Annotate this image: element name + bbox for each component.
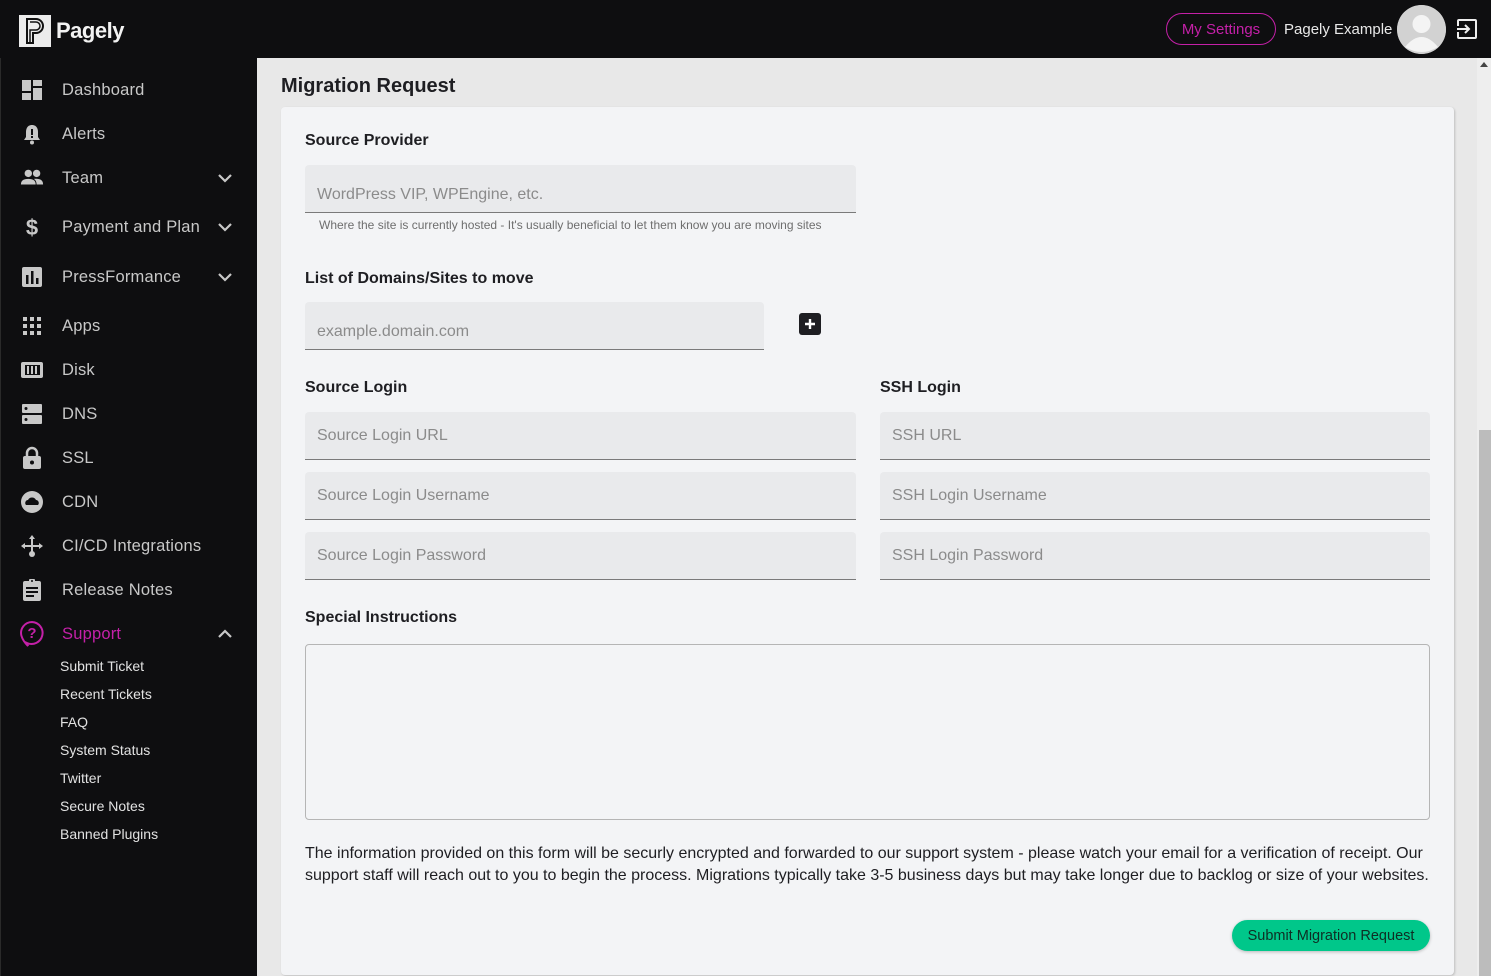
sidebar-item-label: Dashboard [62, 80, 145, 99]
chevron-down-icon[interactable] [215, 168, 235, 188]
chevron-down-icon[interactable] [215, 267, 235, 287]
submit-migration-request-button[interactable]: Submit Migration Request [1232, 920, 1430, 951]
scrollbar-thumb[interactable] [1479, 430, 1491, 976]
source-login-label: Source Login [305, 379, 408, 396]
bell-icon [20, 122, 44, 146]
sidebar-item-label: Support [62, 624, 122, 643]
source-login-password-field[interactable] [305, 532, 856, 580]
logout-icon[interactable] [1455, 17, 1479, 41]
sidebar-item-pressformance[interactable]: PressFormance [1, 257, 258, 297]
sidebar-item-payment-and-plan[interactable]: $ Payment and Plan [1, 207, 258, 247]
ssh-password-field[interactable] [880, 532, 1430, 580]
chevron-up-icon[interactable] [215, 624, 235, 644]
user-name: Pagely Example [1284, 21, 1393, 38]
sidebar-item-dashboard[interactable]: Dashboard [1, 70, 258, 110]
disk-icon [20, 358, 44, 382]
source-login-url-input[interactable] [305, 412, 856, 459]
sidebar-item-label: PressFormance [62, 267, 182, 286]
scroll-up-arrow-icon[interactable] [1480, 62, 1488, 67]
domain-field[interactable] [305, 302, 764, 350]
sidebar-item-disk[interactable]: Disk [1, 350, 258, 390]
clipboard-icon [20, 578, 44, 602]
chevron-down-icon[interactable] [215, 217, 235, 237]
domains-label: List of Domains/Sites to move [305, 270, 534, 287]
source-provider-helper: Where the site is currently hosted - It'… [319, 218, 822, 232]
dollar-icon: $ [20, 215, 44, 239]
ssh-login-label: SSH Login [880, 379, 961, 396]
ssh-username-field[interactable] [880, 472, 1430, 520]
avatar[interactable] [1397, 5, 1446, 54]
sidebar-item-cdn[interactable]: CDN [1, 482, 258, 522]
sidebar-item-support[interactable]: ? Support [1, 614, 258, 654]
sidebar-item-release-notes[interactable]: Release Notes [1, 570, 258, 610]
source-login-username-field[interactable] [305, 472, 856, 520]
sidebar-item-label: Payment and Plan [62, 217, 201, 236]
sidebar-item-label: Team [62, 168, 104, 187]
top-bar: Pagely My Settings Pagely Example [0, 0, 1491, 58]
my-settings-button[interactable]: My Settings [1166, 13, 1276, 45]
brand-name: Pagely [56, 18, 124, 43]
sidebar-item-ci-cd-integrations[interactable]: CI/CD Integrations [1, 526, 258, 566]
source-login-password-input[interactable] [305, 532, 856, 579]
ssh-password-input[interactable] [880, 532, 1430, 579]
sidebar-subitem-secure-notes[interactable]: Secure Notes [60, 798, 145, 814]
dashboard-icon [20, 78, 44, 102]
sidebar-subitem-twitter[interactable]: Twitter [60, 770, 101, 786]
page-title: Migration Request [281, 75, 456, 97]
sidebar-item-apps[interactable]: Apps [1, 306, 258, 346]
plus-icon [805, 319, 815, 329]
special-instructions-textarea[interactable] [306, 645, 1429, 819]
migration-form-card: Source Provider Where the site is curren… [281, 107, 1454, 975]
sidebar-item-label: SSL [62, 448, 94, 467]
source-login-username-input[interactable] [305, 472, 856, 519]
svg-text:$: $ [26, 215, 38, 239]
sidebar-item-alerts[interactable]: Alerts [1, 114, 258, 154]
special-instructions-field[interactable] [305, 644, 1430, 820]
sidebar-subitem-banned-plugins[interactable]: Banned Plugins [60, 826, 158, 842]
help-icon: ? [20, 621, 44, 647]
special-instructions-label: Special Instructions [305, 609, 458, 626]
info-text: The information provided on this form wi… [305, 845, 1429, 884]
branch-icon [20, 534, 44, 558]
lock-icon [20, 446, 44, 470]
pagely-logo-icon [19, 15, 51, 47]
sidebar-subitem-system-status[interactable]: System Status [60, 742, 150, 758]
sidebar-item-team[interactable]: Team [1, 158, 258, 198]
bar-chart-icon [20, 265, 44, 289]
sidebar-item-label: Release Notes [62, 580, 173, 599]
sidebar-item-ssl[interactable]: SSL [1, 438, 258, 478]
domain-input[interactable] [305, 314, 764, 349]
scrollbar[interactable] [1477, 58, 1491, 976]
source-provider-label: Source Provider [305, 132, 429, 149]
ssh-url-field[interactable] [880, 412, 1430, 460]
main-content: Migration Request Source Provider Where … [257, 58, 1477, 976]
add-domain-button[interactable] [799, 313, 821, 335]
sidebar-item-label: Alerts [62, 124, 106, 143]
sidebar-item-label: CI/CD Integrations [62, 536, 202, 555]
sidebar-item-dns[interactable]: DNS [1, 394, 258, 434]
dns-icon [20, 402, 44, 426]
team-icon [20, 166, 44, 190]
sidebar-item-label: CDN [62, 492, 99, 511]
cloud-icon [20, 490, 44, 514]
pagely-logo[interactable]: Pagely [19, 15, 124, 47]
sidebar-subitem-recent-tickets[interactable]: Recent Tickets [60, 686, 152, 702]
ssh-username-input[interactable] [880, 472, 1430, 519]
source-login-url-field[interactable] [305, 412, 856, 460]
sidebar-subitem-faq[interactable]: FAQ [60, 714, 88, 730]
apps-grid-icon [20, 314, 44, 338]
sidebar: Dashboard Alerts Team $ Payment and Plan… [0, 58, 257, 976]
sidebar-item-label: Apps [62, 316, 101, 335]
source-provider-input[interactable] [305, 177, 856, 212]
sidebar-item-label: Disk [62, 360, 95, 379]
sidebar-item-label: DNS [62, 404, 98, 423]
source-provider-field[interactable] [305, 165, 856, 213]
sidebar-subitem-submit-ticket[interactable]: Submit Ticket [60, 658, 144, 674]
ssh-url-input[interactable] [880, 412, 1430, 459]
svg-text:?: ? [27, 625, 36, 642]
